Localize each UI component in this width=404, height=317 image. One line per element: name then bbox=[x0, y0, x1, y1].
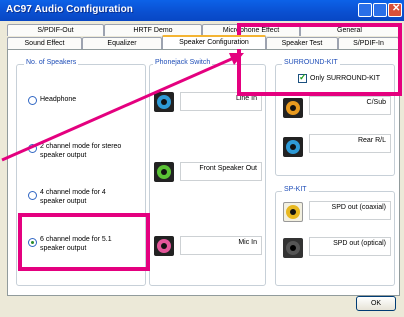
tab-speaker-configuration[interactable]: Speaker Configuration bbox=[162, 35, 266, 49]
